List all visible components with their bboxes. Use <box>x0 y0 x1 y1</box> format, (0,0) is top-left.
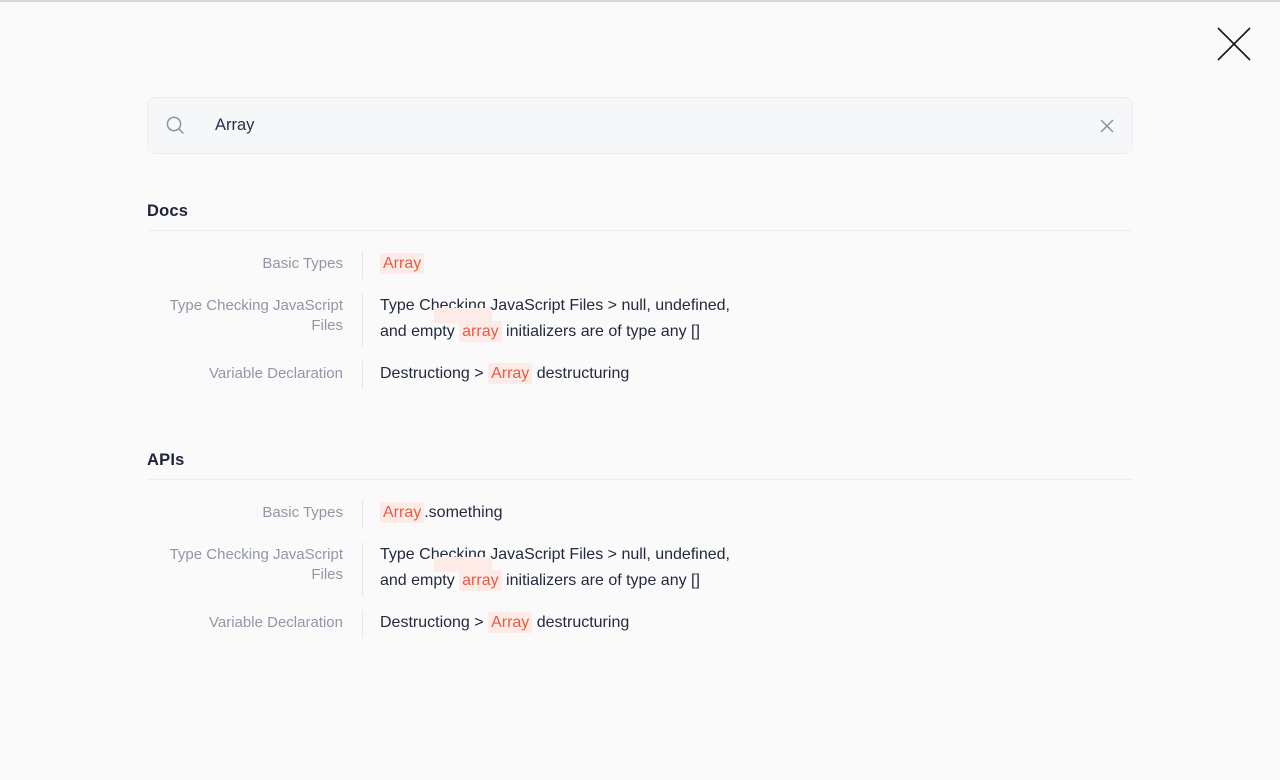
match-highlight: array <box>459 570 501 591</box>
search-bar <box>147 97 1133 154</box>
match-highlight: Array <box>488 612 532 633</box>
results-section: Docs Basic Types Array Type Checking Jav… <box>147 202 1133 389</box>
match-highlight: Array <box>380 502 424 523</box>
result-label: Variable Declaration <box>147 610 362 638</box>
result-content: Type Checking JavaScript Files > null, u… <box>362 293 782 347</box>
result-text: and empty <box>380 572 459 589</box>
result-label: Type Checking JavaScript Files <box>147 542 362 596</box>
result-text: initializers are of type any [] <box>502 323 700 340</box>
result-content: Destructiong > Array destructuring <box>362 361 782 389</box>
result-text: .something <box>424 504 502 521</box>
search-overlay: Docs Basic Types Array Type Checking Jav… <box>147 0 1133 638</box>
results: Docs Basic Types Array Type Checking Jav… <box>147 202 1133 638</box>
match-highlight: Array <box>380 253 424 274</box>
result-text: destructuring <box>532 614 629 631</box>
result-row[interactable]: Basic Types Array <box>147 251 1133 279</box>
result-text: Type Checking JavaScript Files > null, u… <box>380 546 730 563</box>
result-row[interactable]: Variable Declaration Destructiong > Arra… <box>147 361 1133 389</box>
result-content: Destructiong > Array destructuring <box>362 610 782 638</box>
result-label: Type Checking JavaScript Files <box>147 293 362 347</box>
section-results: Basic Types Array.something Type Checkin… <box>147 480 1133 638</box>
close-icon <box>1216 26 1252 62</box>
result-label: Basic Types <box>147 251 362 279</box>
result-row[interactable]: Basic Types Array.something <box>147 500 1133 528</box>
result-row[interactable]: Type Checking JavaScript Files Type Chec… <box>147 293 1133 347</box>
top-border <box>0 0 1280 2</box>
search-input[interactable] <box>186 116 1090 135</box>
result-row[interactable]: Type Checking JavaScript Files Type Chec… <box>147 542 1133 596</box>
result-text: Destructiong > <box>380 365 488 382</box>
clear-search-button[interactable] <box>1090 109 1124 143</box>
result-text: and empty <box>380 323 459 340</box>
section-title: Docs <box>147 202 1133 231</box>
match-highlight: Array <box>488 363 532 384</box>
results-section: APIs Basic Types Array.something Type Ch… <box>147 451 1133 638</box>
match-highlight: array <box>459 321 501 342</box>
result-content: Type Checking JavaScript Files > null, u… <box>362 542 782 596</box>
result-content: Array <box>362 251 782 279</box>
result-text: Type Checking JavaScript Files > null, u… <box>380 297 730 314</box>
search-icon <box>165 115 186 136</box>
result-text: Destructiong > <box>380 614 488 631</box>
clear-icon <box>1099 118 1115 134</box>
result-text: initializers are of type any [] <box>502 572 700 589</box>
result-row[interactable]: Variable Declaration Destructiong > Arra… <box>147 610 1133 638</box>
result-content: Array.something <box>362 500 782 528</box>
result-label: Basic Types <box>147 500 362 528</box>
section-title: APIs <box>147 451 1133 480</box>
result-text: destructuring <box>532 365 629 382</box>
result-label: Variable Declaration <box>147 361 362 389</box>
section-results: Basic Types Array Type Checking JavaScri… <box>147 231 1133 389</box>
close-overlay-button[interactable] <box>1212 22 1256 66</box>
